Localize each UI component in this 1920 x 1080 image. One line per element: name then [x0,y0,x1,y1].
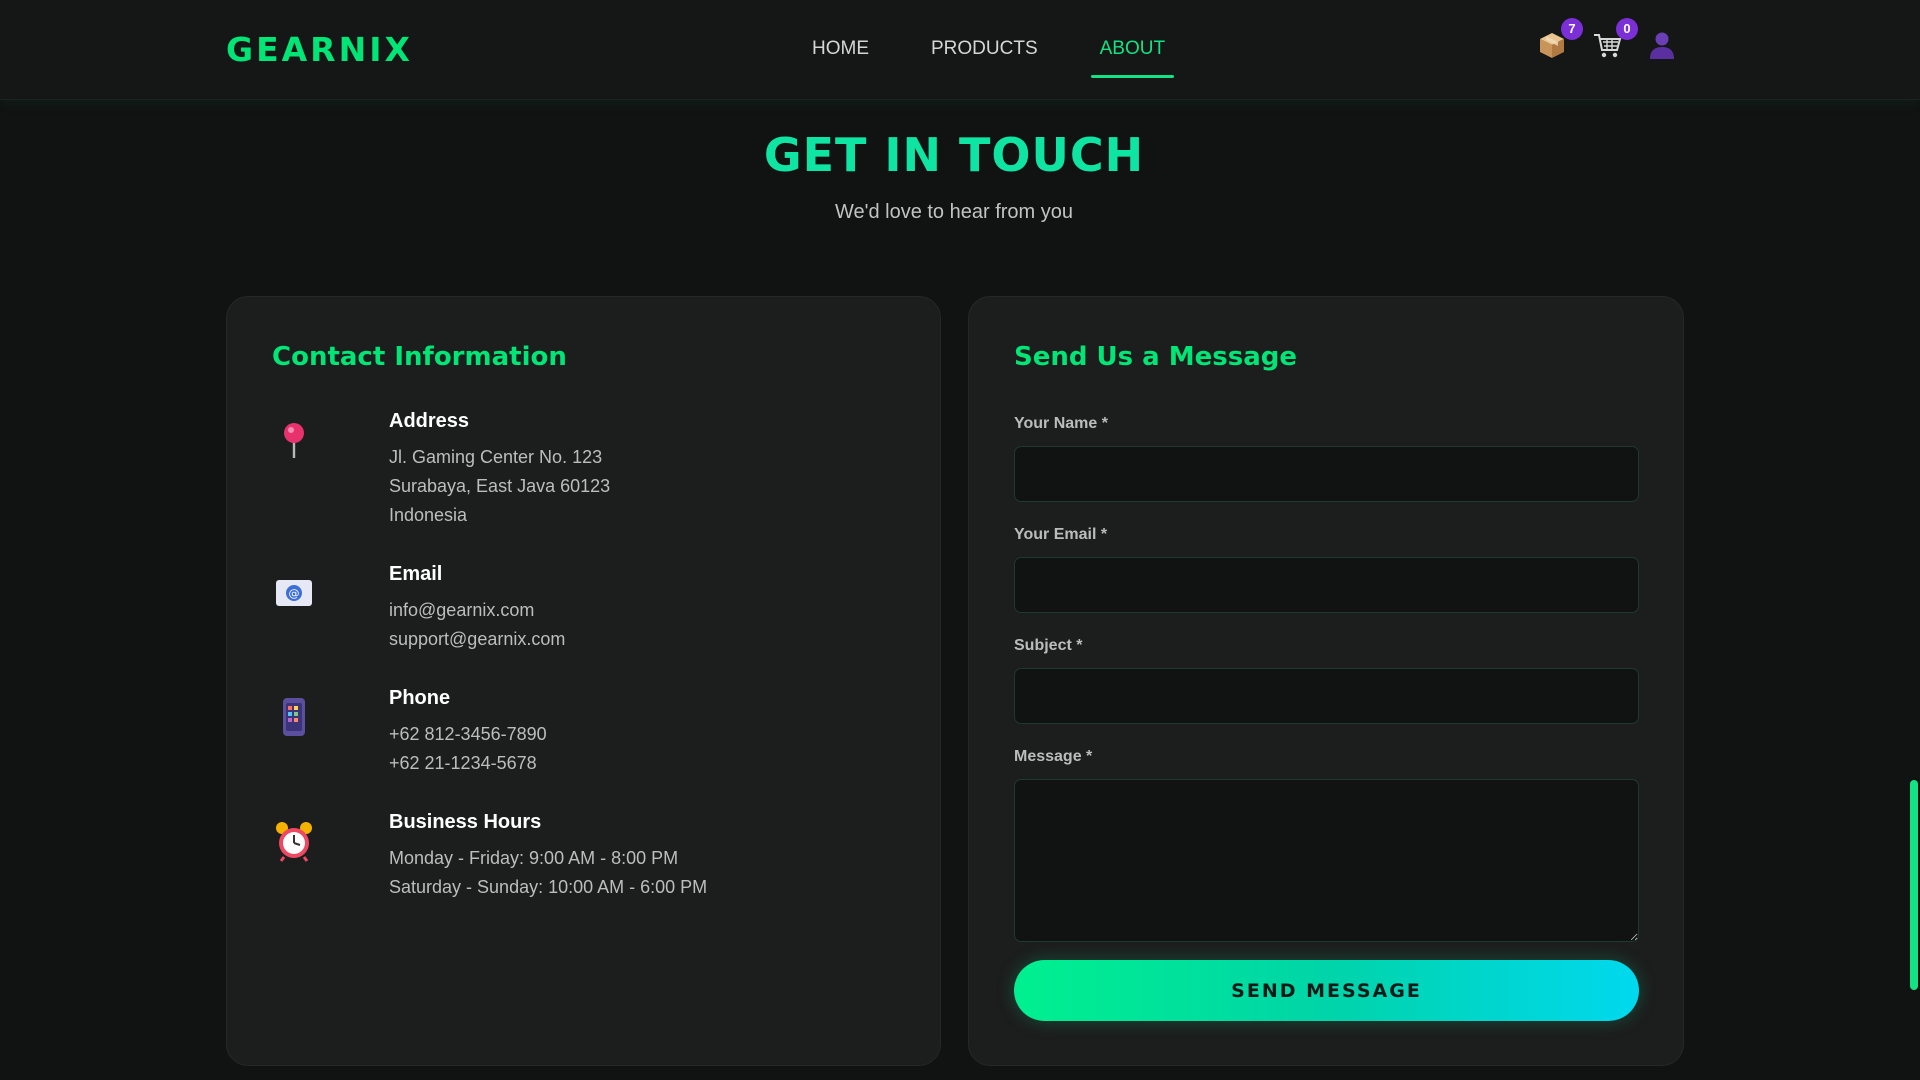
email-primary[interactable]: info@gearnix.com [389,600,534,621]
phone-heading: Phone [389,687,451,709]
page-subtitle: We'd love to hear from you [834,201,1073,223]
message-form-card: Send Us a Message Your Name * Your Email… [968,296,1684,1066]
email-icon: @ [276,580,312,606]
top-navbar: GEARNIX HOME PRODUCTS ABOUT 7 0 [0,0,1920,100]
name-label: Your Name * [1014,415,1108,432]
hours-weekdays: Monday - Friday: 9:00 AM - 8:00 PM [389,848,679,868]
address-line-3: Indonesia [389,505,468,525]
nav-about[interactable]: ABOUT [1090,38,1175,78]
contact-info-card: Contact Information Address Jl. Gaming C… [226,296,941,1066]
svg-text:@: @ [289,587,300,600]
hours-heading: Business Hours [389,811,542,833]
subject-label: Subject * [1014,637,1083,654]
user-icon [1650,32,1674,59]
name-field[interactable] [1014,446,1639,502]
address-line-2: Surabaya, East Java 60123 [389,476,611,496]
cart-button[interactable]: 0 [1592,18,1638,60]
nav-products[interactable]: PRODUCTS [922,38,1047,60]
main-nav: HOME PRODUCTS ABOUT [803,38,1175,78]
account-button[interactable] [1647,30,1677,60]
orders-button[interactable]: 7 [1537,18,1583,60]
contact-info-title: Contact Information [272,342,567,372]
email-support[interactable]: support@gearnix.com [389,629,565,650]
pin-icon [284,423,304,458]
phone-icon [283,698,305,736]
page-title: GET IN TOUCH [763,128,1145,182]
message-label: Message * [1014,748,1093,765]
address-line-1: Jl. Gaming Center No. 123 [389,447,603,467]
phone-office[interactable]: +62 21-1234-5678 [389,753,537,774]
message-form-title: Send Us a Message [1014,342,1298,372]
email-label: Your Email * [1014,526,1108,543]
send-message-button[interactable]: SEND MESSAGE [1014,960,1639,1021]
brand-logo[interactable]: GEARNIX [226,30,413,69]
address-heading: Address [389,410,470,432]
email-field[interactable] [1014,557,1639,613]
phone-mobile[interactable]: +62 812-3456-7890 [389,724,547,745]
subject-field[interactable] [1014,668,1639,724]
message-textarea[interactable] [1014,779,1639,942]
cart-count-badge: 0 [1616,18,1638,40]
nav-actions: 7 0 [1537,18,1677,60]
email-heading: Email [389,563,443,585]
alarm-clock-icon [276,822,312,862]
nav-home[interactable]: HOME [803,38,878,60]
orders-count-badge: 7 [1561,18,1583,40]
page-scrollbar-thumb[interactable] [1910,780,1918,990]
hours-weekend: Saturday - Sunday: 10:00 AM - 6:00 PM [389,877,708,897]
